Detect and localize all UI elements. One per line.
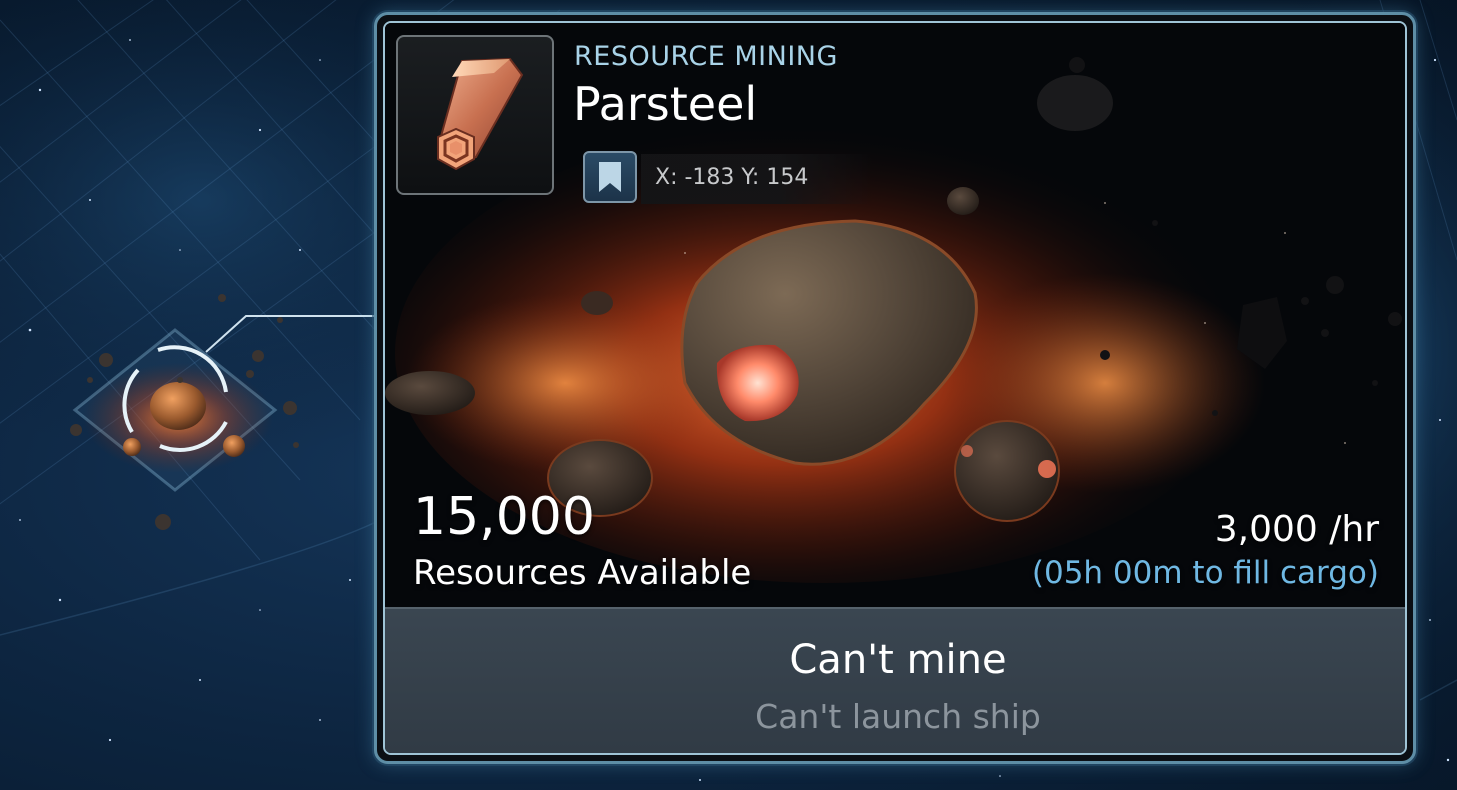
parsteel-ingot-icon <box>436 57 524 171</box>
panel-category-label: RESOURCE MINING <box>574 41 838 72</box>
bookmark-button[interactable] <box>583 151 637 203</box>
mining-rate: 3,000 /hr <box>1214 509 1379 550</box>
mine-action-title: Can't mine <box>789 637 1007 683</box>
mine-action-button[interactable]: Can't mine Can't launch ship <box>385 607 1405 753</box>
coordinates-text: X: -183 Y: 154 <box>655 165 809 190</box>
resource-name-title: Parsteel <box>573 77 758 131</box>
bookmark-icon <box>599 162 621 192</box>
cargo-fill-time: (05h 00m to fill cargo) <box>1031 555 1379 591</box>
resource-info-panel: RESOURCE MINING Parsteel X: -183 Y: 154 … <box>374 12 1416 764</box>
resources-available-label: Resources Available <box>413 553 752 593</box>
resource-info-panel-inner: RESOURCE MINING Parsteel X: -183 Y: 154 … <box>383 21 1407 755</box>
resource-icon-frame <box>396 35 554 195</box>
mine-action-subtitle: Can't launch ship <box>755 697 1041 736</box>
resources-amount: 15,000 <box>413 487 595 547</box>
asteroid-node-marker[interactable] <box>60 280 310 540</box>
